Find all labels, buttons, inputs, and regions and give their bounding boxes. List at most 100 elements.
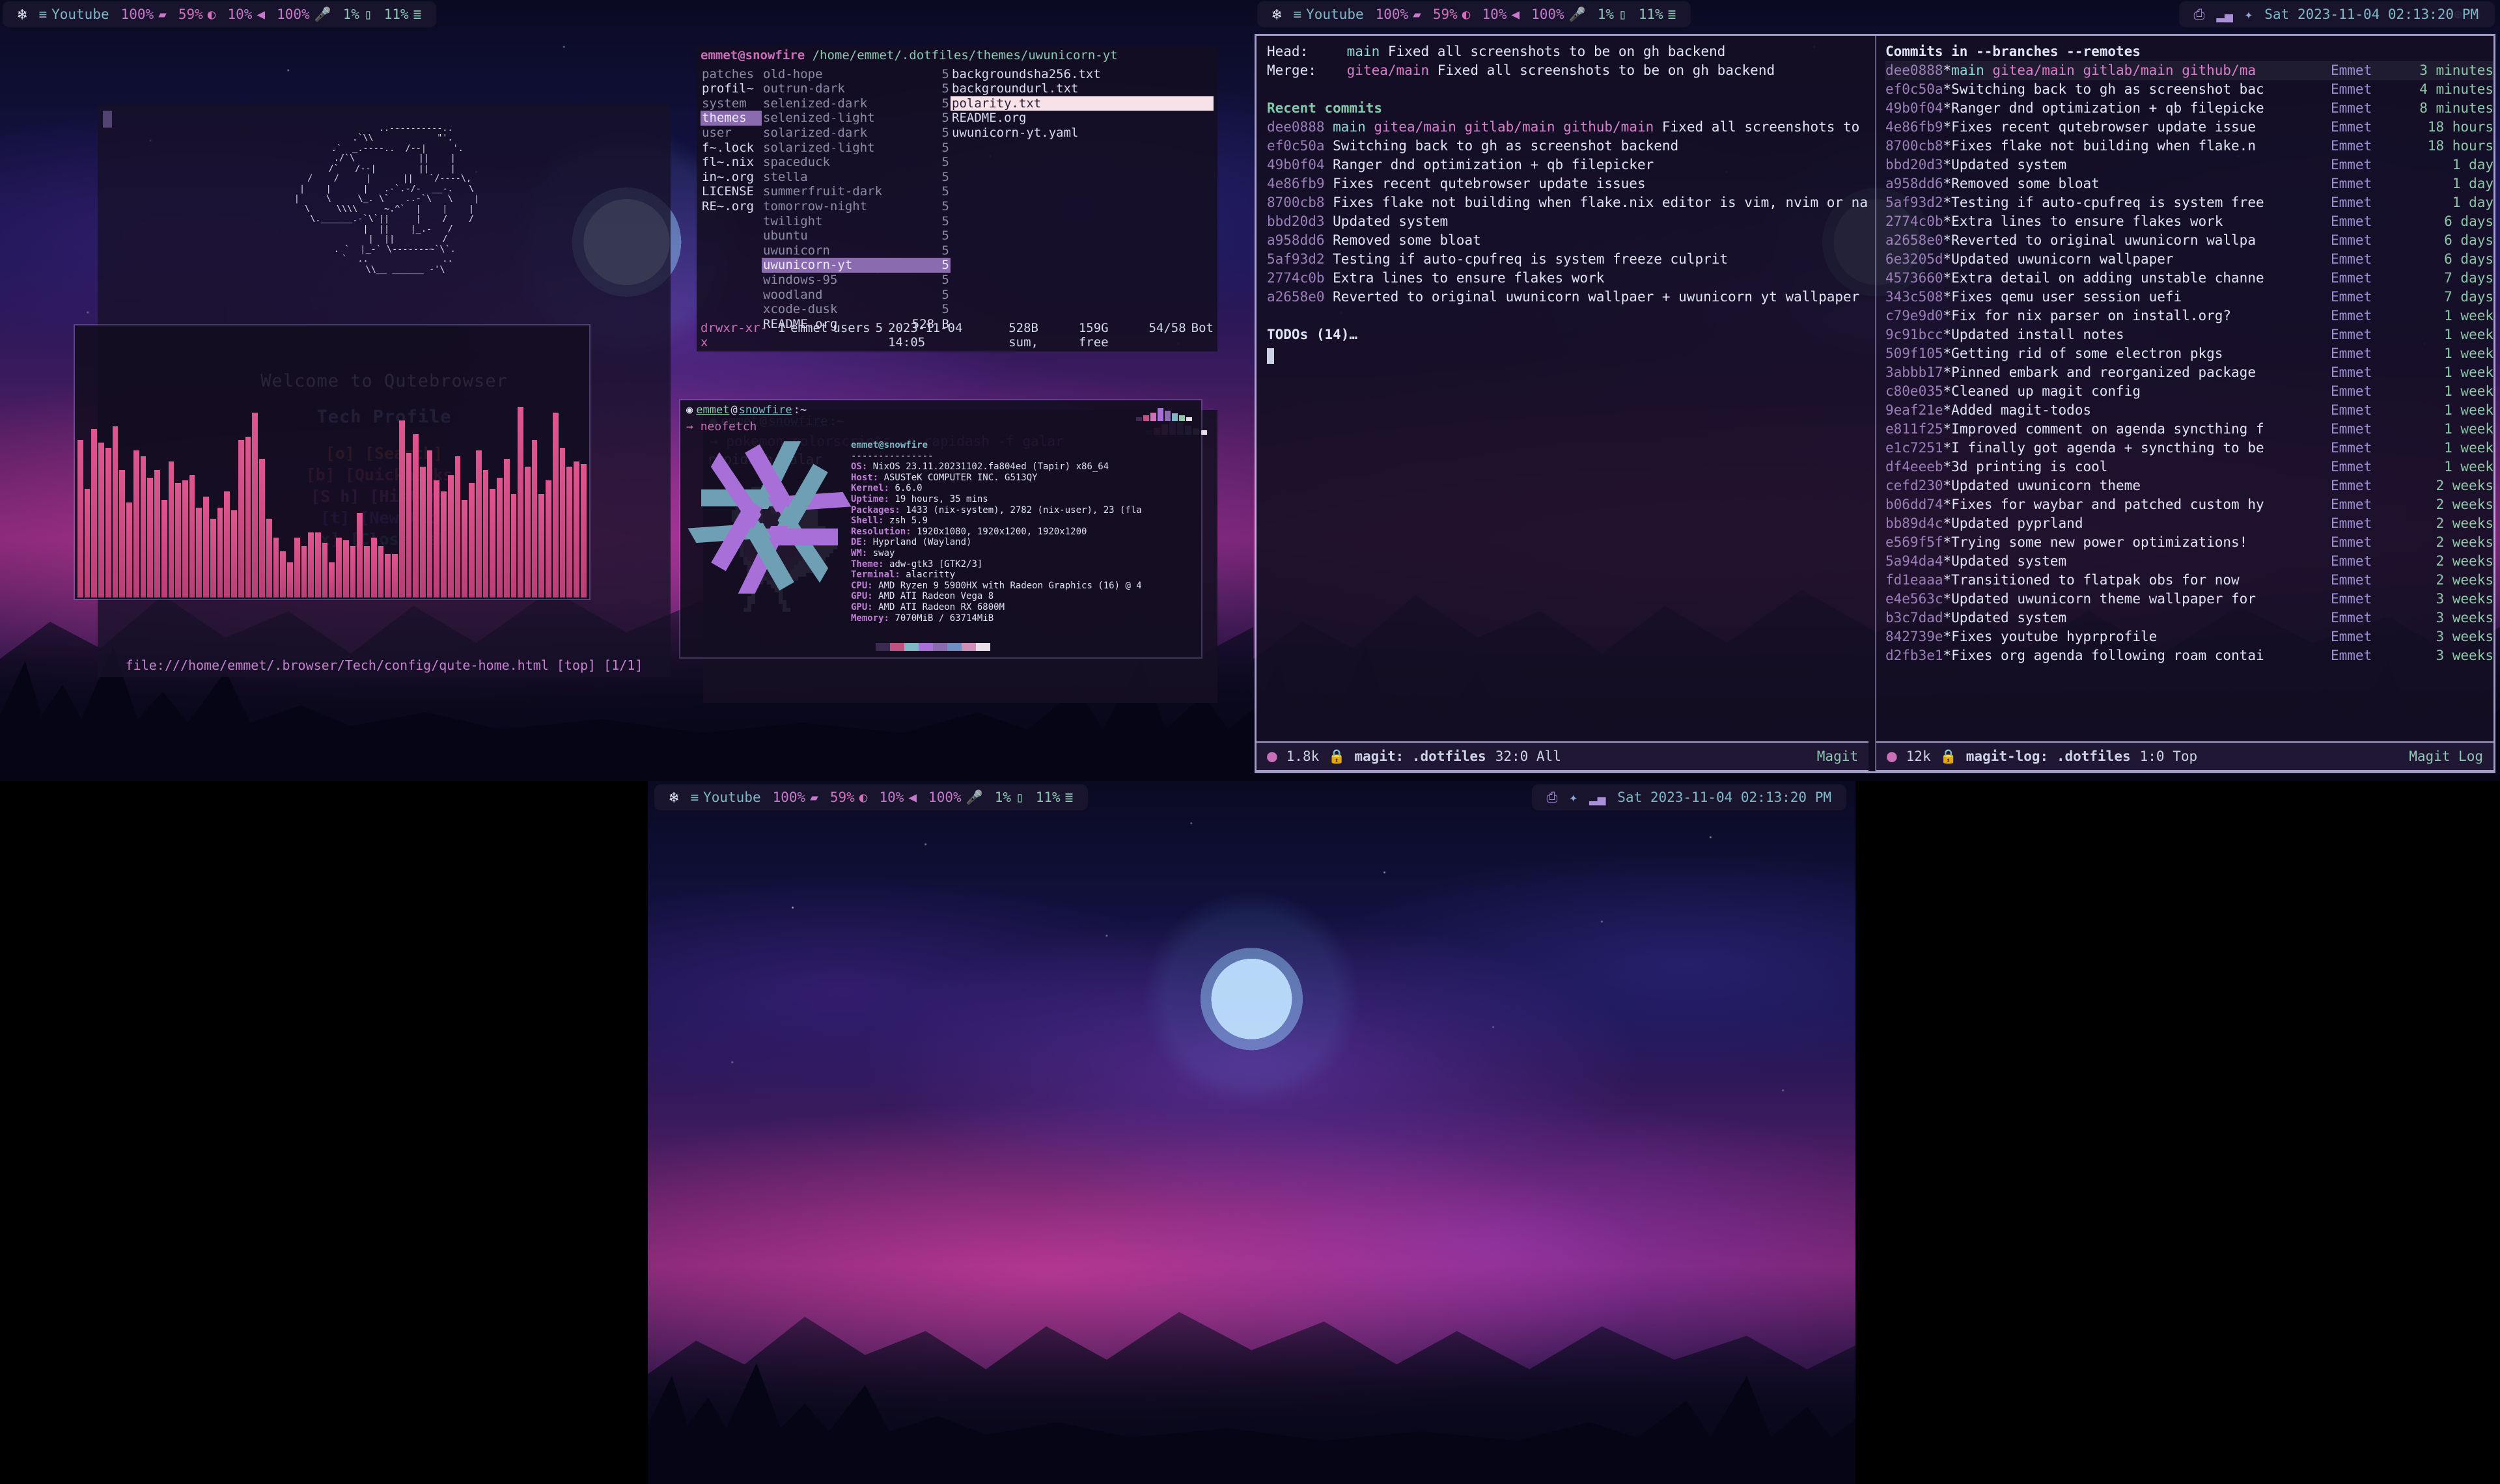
volume-indicator[interactable]: 10% ◀ (873, 790, 923, 805)
workspace-indicator[interactable]: ≡ Youtube (33, 7, 115, 22)
ranger-file-item[interactable]: solarized-dark 5 (762, 126, 951, 141)
magit-log-row[interactable]: e1c7251 * I finally got agenda + syncthi… (1885, 439, 2493, 458)
magit-log-row[interactable]: b3c7dad * Updated system Emmet 3 weeks (1885, 609, 2493, 627)
ranger-parent-item[interactable]: user (701, 126, 762, 141)
cpu-indicator[interactable]: 1% ▯ (989, 790, 1030, 805)
ranger-file-item[interactable]: twilight 5 (762, 214, 951, 229)
magit-commit-list[interactable]: dee0888 main gitea/main gitlab/main gith… (1267, 118, 1868, 307)
clock-label[interactable]: Sat 2023-11-04 02:13:20 PM (1611, 790, 1837, 805)
neofetch-terminal-window[interactable]: ◉ emmet @ snowfire :~ → neofetch emmet@s… (680, 400, 1201, 657)
ranger-parent-item[interactable]: in~.org (701, 170, 762, 185)
bluetooth-icon[interactable]: ✦ (1563, 790, 1583, 805)
magit-log-row[interactable]: fd1eaaa * Transitioned to flatpak obs fo… (1885, 571, 2493, 590)
bluetooth-icon[interactable]: ✦ (2239, 7, 2259, 22)
clock-label[interactable]: Sat 2023-11-04 02:13:20 PM (2258, 7, 2484, 22)
ranger-file-manager-window[interactable]: emmet@snowfire /home/emmet/.dotfiles/the… (697, 46, 1217, 351)
ranger-parent-item[interactable]: RE~.org (701, 199, 762, 214)
magit-log-row[interactable]: e811f25 * Improved comment on agenda syn… (1885, 420, 2493, 439)
magit-log-row[interactable]: cefd230 * Updated uwunicorn theme Emmet 2 … (1885, 476, 2493, 495)
ranger-file-item[interactable]: tomorrow-night 5 (762, 199, 951, 214)
magit-commit-row[interactable]: bbd20d3 Updated system (1267, 212, 1858, 231)
magit-log-row-list[interactable]: dee0888 * main gitea/main gitlab/main gi… (1885, 61, 2493, 665)
ranger-parent-item[interactable]: themes (701, 111, 762, 126)
ranger-parent-item[interactable]: patches (701, 67, 762, 82)
snowflake-icon[interactable]: ❄ (12, 5, 33, 23)
magit-section-todos[interactable]: TODOs (14)… (1267, 325, 1858, 344)
ranger-file-item[interactable]: ubuntu 5 (762, 228, 951, 243)
cava-audio-visualizer-window[interactable] (75, 325, 589, 599)
microphone-indicator[interactable]: 100% 🎤 (271, 7, 337, 23)
magit-log-row[interactable]: c80e035 * Cleaned up magit config Emmet 1 … (1885, 382, 2493, 401)
magit-log-row[interactable]: e569f5f * Trying some new power optimiza… (1885, 533, 2493, 552)
ranger-file-item[interactable]: woodland 5 (762, 288, 951, 303)
cpu-indicator[interactable]: 1% ▯ (337, 7, 378, 22)
magit-commit-row[interactable]: 49b0f04 Ranger dnd optimization + qb fil… (1267, 156, 1858, 174)
magit-status-pane[interactable]: Head: main Fixed all screenshots to be o… (1257, 36, 1868, 771)
magit-log-row[interactable]: 9eaf21e * Added magit-todos Emmet 1 week (1885, 401, 2493, 420)
ranger-parent-item[interactable]: profil~ (701, 81, 762, 96)
head-branch[interactable]: main (1347, 44, 1380, 59)
magit-log-row[interactable]: bbd20d3 * Updated system Emmet 1 day (1885, 156, 2493, 174)
snowflake-icon[interactable]: ❄ (1266, 5, 1287, 23)
ranger-file-item[interactable]: spaceduck 5 (762, 155, 951, 170)
magit-log-row[interactable]: 49b0f04 * Ranger dnd optimization + qb f… (1885, 99, 2493, 118)
magit-commit-row[interactable]: a958dd6 Removed some bloat (1267, 231, 1858, 250)
snowflake-icon[interactable]: ❄ (663, 788, 684, 806)
workspace-indicator[interactable]: ≡ Youtube (684, 790, 766, 805)
ranger-file-item[interactable]: summerfruit-dark 5 (762, 184, 951, 199)
magit-commit-row[interactable]: 5af93d2 Testing if auto-cpufreq is syste… (1267, 250, 1858, 269)
magit-log-row[interactable]: 4e86fb9 * Fixes recent qutebrowser updat… (1885, 118, 2493, 137)
battery-indicator[interactable]: 100% ▰ (1370, 7, 1427, 22)
memory-indicator[interactable]: 11% ≣ (1030, 790, 1079, 805)
ranger-file-item[interactable]: xcode-dusk 5 (762, 302, 951, 317)
ranger-file-item[interactable]: uwunicorn 5 (762, 243, 951, 258)
ranger-file-item[interactable]: solarized-light 5 (762, 141, 951, 156)
brightness-indicator[interactable]: 59% ◐ (824, 790, 874, 805)
magit-log-row[interactable]: a2658e0 * Reverted to original uwunicorn… (1885, 231, 2493, 250)
microphone-indicator[interactable]: 100% 🎤 (923, 790, 989, 806)
magit-log-row[interactable]: 8700cb8 * Fixes flake not building when … (1885, 137, 2493, 156)
ranger-file-item[interactable]: old-hope 5 (762, 67, 951, 82)
ranger-preview-item[interactable]: backgroundsha256.txt (951, 67, 1214, 82)
battery-indicator[interactable]: 100% ▰ (767, 790, 824, 805)
commit-ref[interactable]: main (1333, 119, 1374, 135)
ranger-file-item[interactable]: selenized-dark 5 (762, 96, 951, 111)
ranger-file-item[interactable]: stella 5 (762, 170, 951, 185)
screencast-icon[interactable]: ⎙ (1541, 790, 1564, 806)
ranger-parent-item[interactable]: LICENSE (701, 184, 762, 199)
magit-commit-row[interactable]: ef0c50a Switching back to gh as screensh… (1267, 137, 1858, 156)
magit-log-row[interactable]: dee0888 * main gitea/main gitlab/main gi… (1885, 61, 2493, 80)
ranger-file-item[interactable]: selenized-light 5 (762, 111, 951, 126)
commit-ref[interactable]: github/ma (2182, 62, 2256, 78)
ranger-file-item[interactable]: uwunicorn-yt 5 (762, 258, 951, 273)
magit-section-recent-commits[interactable]: Recent commits (1267, 99, 1858, 118)
commit-ref[interactable]: gitlab/main (2083, 62, 2182, 78)
memory-indicator[interactable]: 11% ≣ (1633, 7, 1682, 22)
ranger-preview-item[interactable]: README.org (951, 111, 1214, 126)
magit-log-row[interactable]: 6e3205d * Updated uwunicorn wallpaper Emm… (1885, 250, 2493, 269)
magit-log-row[interactable]: 2774c0b * Extra lines to ensure flakes w… (1885, 212, 2493, 231)
battery-indicator[interactable]: 100% ▰ (115, 7, 173, 22)
magit-log-pane[interactable]: Commits in --branches --remotes dee0888 … (1875, 36, 2493, 771)
magit-log-row[interactable]: 509f105 * Getting rid of some electron p… (1885, 344, 2493, 363)
magit-log-row[interactable]: d2fb3e1 * Fixes org agenda following roa… (1885, 646, 2493, 665)
signal-icon[interactable]: ▂▄ (2210, 7, 2238, 22)
magit-log-row[interactable]: df4eeeb * 3d printing is cool Emmet 1 week (1885, 458, 2493, 476)
magit-log-row[interactable]: ef0c50a * Switching back to gh as screen… (1885, 80, 2493, 99)
volume-indicator[interactable]: 10% ◀ (1476, 7, 1525, 22)
commit-ref[interactable]: main (1951, 62, 1992, 78)
ranger-parent-item[interactable]: f~.lock (701, 141, 762, 156)
magit-log-row[interactable]: 4573660 * Extra detail on adding unstabl… (1885, 269, 2493, 288)
magit-log-row[interactable]: 5a94da4 * Updated system Emmet 2 weeks (1885, 552, 2493, 571)
magit-log-row[interactable]: 5af93d2 * Testing if auto-cpufreq is sys… (1885, 193, 2493, 212)
signal-icon[interactable]: ▂▄ (1583, 790, 1611, 805)
ranger-file-item[interactable]: outrun-dark 5 (762, 81, 951, 96)
magit-log-row[interactable]: b06dd74 * Fixes for waybar and patched c… (1885, 495, 2493, 514)
magit-log-row[interactable]: 842739e * Fixes youtube hyprprofile Emmet… (1885, 627, 2493, 646)
magit-log-row[interactable]: 3abbb17 * Pinned embark and reorganized … (1885, 363, 2493, 382)
ranger-preview-item[interactable]: polarity.txt (951, 96, 1214, 111)
brightness-indicator[interactable]: 59% ◐ (1427, 7, 1477, 22)
magit-log-row[interactable]: e4e563c * Updated uwunicorn theme wallpa… (1885, 590, 2493, 609)
ranger-current-column[interactable]: old-hope 5 outrun-dark 5 selenized-dark 5 sele… (762, 67, 951, 332)
ranger-preview-column[interactable]: backgroundsha256.txt backgroundurl.txt pol… (951, 67, 1214, 332)
